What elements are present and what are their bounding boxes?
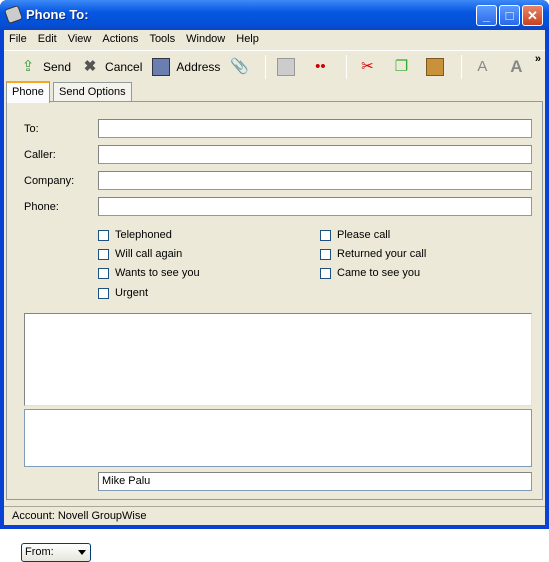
attach-button[interactable]: 📎 bbox=[225, 54, 259, 80]
cancel-label: Cancel bbox=[105, 59, 143, 74]
notes-textarea[interactable] bbox=[24, 409, 532, 467]
paste-icon bbox=[426, 57, 445, 76]
menu-window[interactable]: Window bbox=[181, 30, 231, 48]
tab-send-options[interactable]: Send Options bbox=[53, 82, 132, 102]
menu-actions[interactable]: Actions bbox=[97, 30, 144, 48]
address-button[interactable]: Address bbox=[147, 54, 225, 80]
font-icon: A bbox=[477, 57, 488, 75]
separator bbox=[461, 54, 463, 79]
checkbox-label: Telephoned bbox=[115, 229, 172, 241]
checkbox-box[interactable] bbox=[320, 267, 331, 279]
to-label: To: bbox=[24, 123, 39, 135]
chevron-down-icon bbox=[78, 550, 86, 559]
paste-button[interactable] bbox=[421, 54, 455, 80]
client-area: File Edit View Actions Tools Window Help… bbox=[4, 30, 549, 562]
company-input[interactable] bbox=[98, 171, 532, 190]
minimize-button[interactable]: _ bbox=[476, 5, 497, 26]
attach-icon: 📎 bbox=[230, 57, 250, 75]
separator bbox=[346, 54, 348, 79]
came-to-see-you-checkbox[interactable]: Came to see you bbox=[320, 267, 420, 279]
checkbox-label: Wants to see you bbox=[115, 267, 200, 279]
window: Phone To: _ □ ✕ File Edit View Actions T… bbox=[0, 0, 549, 562]
from-label: From: bbox=[25, 546, 54, 558]
menu-help[interactable]: Help bbox=[231, 30, 265, 48]
phone-label: Phone: bbox=[24, 201, 59, 213]
wants-to-see-you-checkbox[interactable]: Wants to see you bbox=[98, 267, 200, 279]
please-call-checkbox[interactable]: Please call bbox=[320, 229, 390, 241]
to-input[interactable] bbox=[98, 119, 532, 138]
separator bbox=[265, 54, 267, 79]
status-bar: Account: Novell GroupWise bbox=[4, 506, 545, 525]
close-button[interactable]: ✕ bbox=[522, 5, 543, 26]
spell-check-icon: •• bbox=[315, 57, 326, 75]
tab-phone[interactable]: Phone bbox=[6, 81, 50, 103]
send-button[interactable]: ⇪ Send bbox=[14, 54, 76, 80]
save-button[interactable] bbox=[272, 54, 306, 80]
checkbox-box[interactable] bbox=[320, 248, 331, 260]
cut-icon: ✂ bbox=[361, 57, 374, 75]
phone-icon bbox=[3, 4, 24, 25]
checkbox-box[interactable] bbox=[98, 229, 109, 241]
menu-bar: File Edit View Actions Tools Window Help bbox=[4, 30, 545, 48]
phone-input[interactable] bbox=[98, 197, 532, 216]
bold-icon: A bbox=[510, 56, 523, 76]
message-textarea[interactable] bbox=[24, 313, 532, 406]
cancel-icon: ✖ bbox=[83, 57, 97, 75]
cancel-button[interactable]: ✖ Cancel bbox=[76, 54, 147, 80]
urgent-checkbox[interactable]: Urgent bbox=[98, 287, 148, 299]
phone-panel: To: Caller: Company: Phone: Telephoned W… bbox=[6, 101, 543, 562]
toolbar-overflow-button[interactable]: » bbox=[535, 53, 541, 65]
menu-file[interactable]: File bbox=[4, 30, 33, 48]
caller-label: Caller: bbox=[24, 149, 56, 161]
caller-input[interactable] bbox=[98, 145, 532, 164]
font-button[interactable]: A bbox=[468, 54, 502, 80]
send-icon: ⇪ bbox=[21, 57, 35, 75]
copy-button[interactable]: ❐ bbox=[387, 54, 421, 80]
checkbox-label: Please call bbox=[337, 229, 391, 241]
cut-button[interactable]: ✂ bbox=[353, 54, 387, 80]
company-label: Company: bbox=[24, 175, 75, 187]
window-title: Phone To: bbox=[26, 7, 89, 22]
send-label: Send bbox=[43, 59, 72, 74]
checkbox-box[interactable] bbox=[98, 287, 109, 299]
checkbox-label: Urgent bbox=[115, 287, 149, 299]
returned-your-call-checkbox[interactable]: Returned your call bbox=[320, 248, 426, 260]
menu-view[interactable]: View bbox=[63, 30, 98, 48]
address-label: Address bbox=[176, 59, 221, 74]
telephoned-checkbox[interactable]: Telephoned bbox=[98, 229, 172, 241]
bold-button[interactable]: A bbox=[502, 54, 536, 80]
checkbox-label: Came to see you bbox=[337, 267, 421, 279]
checkbox-box[interactable] bbox=[320, 229, 331, 241]
italic-icon: I bbox=[541, 58, 549, 76]
menu-edit[interactable]: Edit bbox=[33, 30, 63, 48]
checkbox-box[interactable] bbox=[98, 267, 109, 279]
title-bar: Phone To: _ □ ✕ bbox=[0, 0, 549, 30]
from-dropdown[interactable]: From: bbox=[21, 543, 91, 562]
toolbar: ⇪ Send ✖ Cancel Address 📎 •• ✂ ❐ A A I » bbox=[4, 50, 549, 82]
save-icon bbox=[277, 57, 296, 76]
from-input[interactable]: Mike Palu bbox=[98, 472, 532, 491]
spell-check-button[interactable]: •• bbox=[306, 54, 340, 80]
maximize-button[interactable]: □ bbox=[499, 5, 520, 26]
menu-tools[interactable]: Tools bbox=[144, 30, 181, 48]
will-call-again-checkbox[interactable]: Will call again bbox=[98, 248, 182, 260]
copy-icon: ❐ bbox=[394, 57, 409, 75]
address-book-icon bbox=[152, 57, 171, 76]
checkbox-label: Returned your call bbox=[337, 248, 427, 260]
checkbox-label: Will call again bbox=[115, 248, 183, 260]
checkbox-box[interactable] bbox=[98, 248, 109, 260]
